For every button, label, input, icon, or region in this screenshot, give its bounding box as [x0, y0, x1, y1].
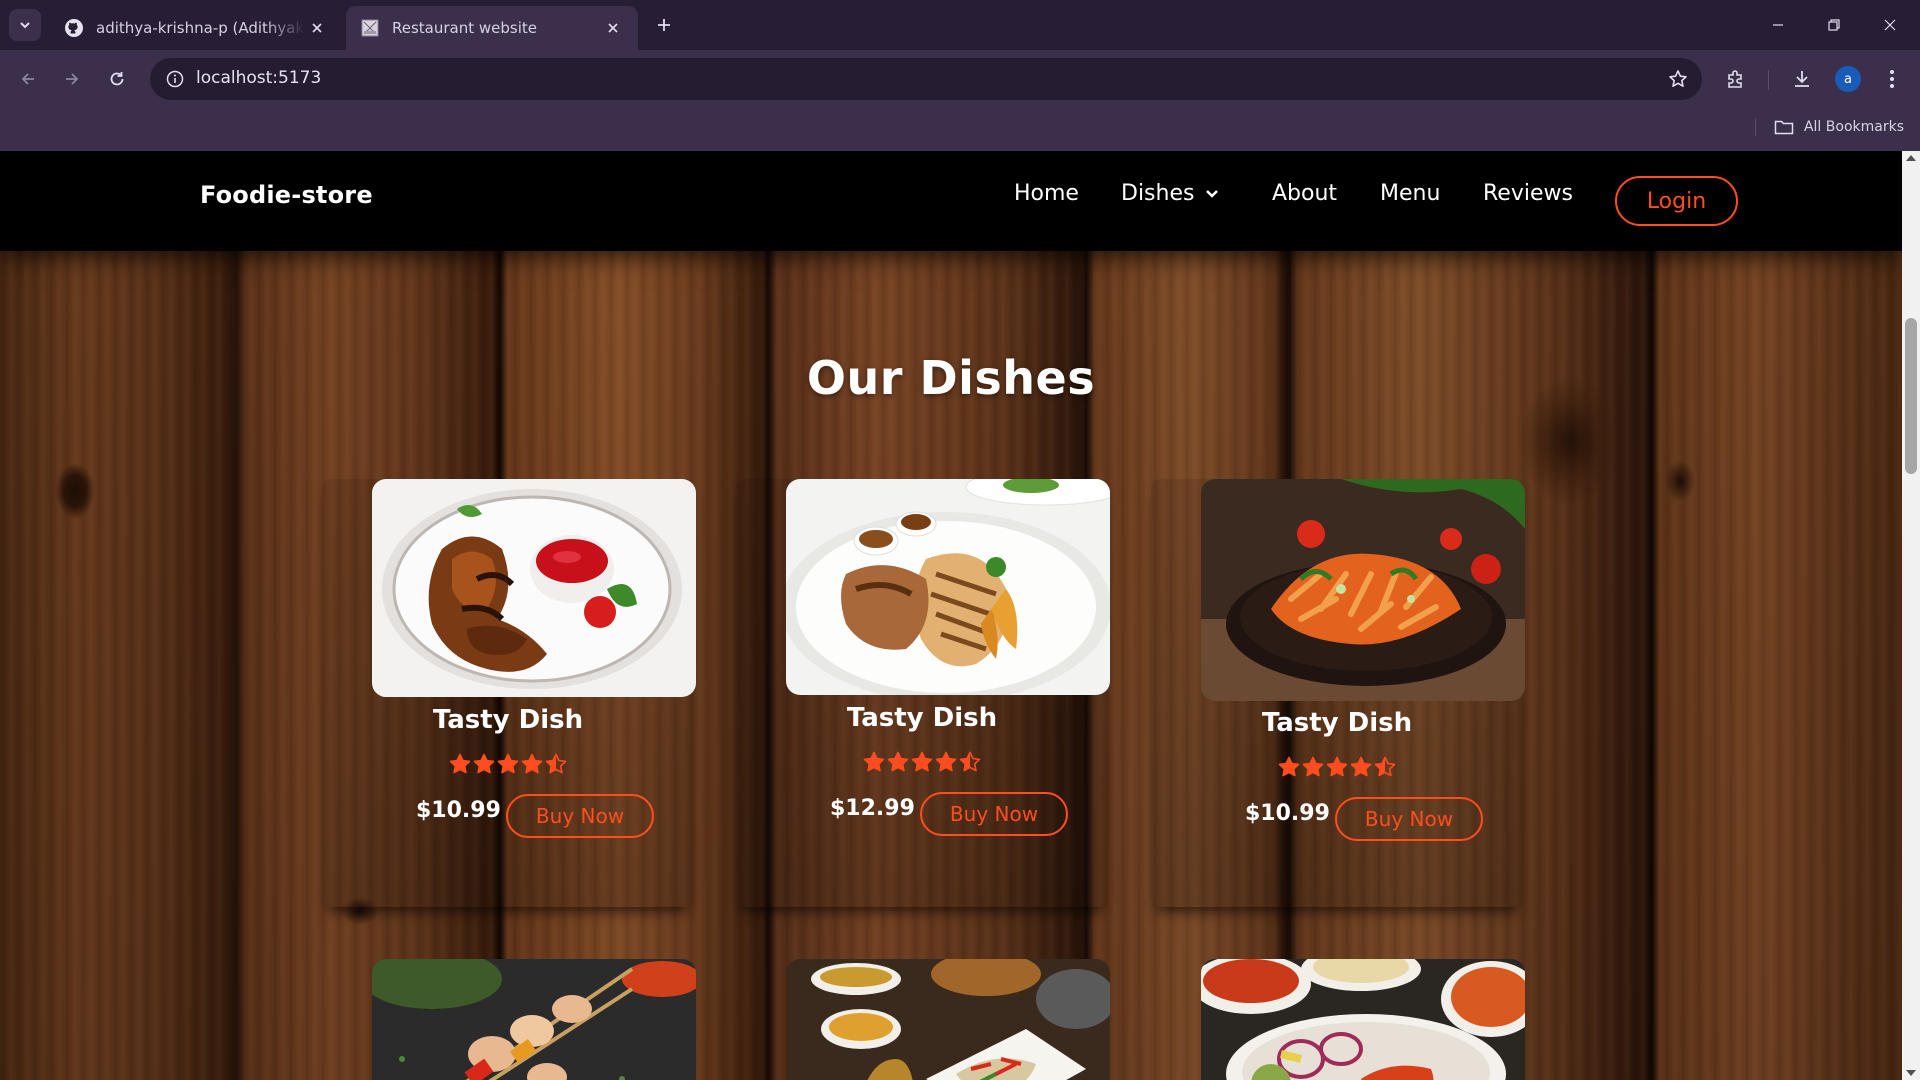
tab-search-button[interactable]: [9, 9, 41, 41]
forward-button[interactable]: [56, 63, 88, 95]
dish-name: Tasty Dish: [846, 703, 998, 733]
section-title: Our Dishes: [806, 351, 1096, 405]
browser-toolbar: localhost:5173 a All Bookmarks: [0, 50, 1920, 158]
star-icon: [1374, 756, 1396, 777]
star-icon: [887, 751, 909, 772]
star-icon: [1326, 756, 1348, 777]
dish-image: [1201, 959, 1525, 1080]
scroll-up-arrow-icon[interactable]: [1906, 155, 1916, 161]
star-icon: [473, 753, 495, 774]
login-button[interactable]: Login: [1615, 176, 1738, 226]
nav-about[interactable]: About: [1272, 181, 1337, 206]
star-icon: [959, 751, 981, 772]
dish-image: [1201, 479, 1525, 701]
buy-now-button[interactable]: Buy Now: [506, 794, 654, 838]
puzzle-icon: [1728, 70, 1742, 88]
rating-stars: [322, 753, 694, 775]
extensions-button[interactable]: [1720, 63, 1752, 95]
star-icon: [1302, 756, 1324, 777]
bookmark-star-icon[interactable]: [1666, 67, 1690, 91]
dish-card: Tasty Dish $12.99 Buy Now: [736, 479, 1110, 907]
page-viewport: Foodie-store Home Dishes About Menu Revi…: [0, 151, 1902, 1080]
all-bookmarks-link[interactable]: All Bookmarks: [1804, 119, 1904, 135]
tab-title: Restaurant website: [392, 19, 537, 37]
restore-button[interactable]: [1806, 0, 1862, 50]
browser-menu-button[interactable]: [1876, 63, 1908, 95]
page-scrollbar[interactable]: [1902, 151, 1920, 1080]
dish-image: [372, 479, 696, 697]
plus-icon: [658, 19, 670, 31]
reload-icon: [110, 72, 124, 86]
minimize-icon: [1773, 24, 1783, 26]
kebab-menu-icon: [1890, 70, 1894, 88]
new-tab-button[interactable]: [652, 13, 676, 37]
bookmarks-divider: [1754, 118, 1756, 136]
dish-card: Tasty Dish $10.99 Buy Now: [322, 479, 696, 907]
nav-reviews[interactable]: Reviews: [1483, 181, 1573, 206]
download-icon: [1795, 71, 1809, 87]
reload-button[interactable]: [101, 63, 133, 95]
tab-restaurant-website[interactable]: Restaurant website: [346, 6, 638, 50]
arrow-left-icon: [21, 73, 34, 85]
star-icon: [1278, 756, 1300, 777]
close-icon[interactable]: [602, 17, 624, 39]
dish-image: [786, 479, 1110, 695]
rating-stars: [1151, 756, 1523, 778]
folder-icon: [1774, 117, 1796, 137]
toolbar-divider: [1768, 70, 1769, 90]
dish-name: Tasty Dish: [1261, 708, 1413, 738]
dish-card: Tasty Dish $10.99 Buy Now: [1151, 479, 1525, 907]
dish-price: $10.99: [1245, 801, 1330, 826]
buy-now-button[interactable]: Buy Now: [920, 792, 1068, 836]
minimize-button[interactable]: [1750, 0, 1806, 50]
star-icon: [521, 753, 543, 774]
site-navbar: Foodie-store Home Dishes About Menu Revi…: [0, 151, 1902, 251]
tab-title: adithya-krishna-p (Adithyakrishna): [96, 19, 306, 37]
dish-price: $10.99: [416, 798, 501, 823]
rating-stars: [736, 751, 1108, 773]
chevron-down-icon: [1206, 190, 1219, 198]
scrollbar-thumb[interactable]: [1905, 318, 1917, 474]
profile-avatar[interactable]: a: [1835, 66, 1861, 92]
buy-now-button[interactable]: Buy Now: [1335, 797, 1483, 841]
star-icon: [935, 751, 957, 772]
star-icon: [545, 753, 567, 774]
close-window-button[interactable]: [1862, 0, 1918, 50]
github-icon: [64, 18, 84, 38]
dish-name: Tasty Dish: [432, 705, 584, 735]
brand-logo[interactable]: Foodie-store: [200, 181, 373, 209]
page-icon: [360, 18, 380, 38]
close-icon[interactable]: [306, 17, 328, 39]
restore-icon: [1828, 19, 1840, 31]
chevron-down-icon: [20, 22, 30, 29]
site-info-icon[interactable]: [160, 64, 190, 94]
dish-image: [786, 959, 1110, 1080]
star-icon: [911, 751, 933, 772]
arrow-right-icon: [66, 73, 79, 85]
address-bar[interactable]: localhost:5173: [150, 58, 1702, 100]
tab-github[interactable]: adithya-krishna-p (Adithyakrishna): [50, 6, 342, 50]
bookmarks-bar: All Bookmarks: [1754, 114, 1904, 140]
url-text[interactable]: localhost:5173: [196, 68, 321, 88]
back-button[interactable]: [12, 63, 44, 95]
star-icon: [449, 753, 471, 774]
nav-home[interactable]: Home: [1014, 181, 1079, 206]
star-icon: [863, 751, 885, 772]
star-icon: [497, 753, 519, 774]
close-icon: [1884, 19, 1896, 31]
nav-dishes[interactable]: Dishes: [1121, 181, 1220, 206]
dish-image: [372, 959, 696, 1080]
downloads-button[interactable]: [1786, 63, 1818, 95]
nav-dishes-label: Dishes: [1121, 181, 1195, 206]
dish-price: $12.99: [830, 796, 915, 821]
browser-tab-bar: adithya-krishna-p (Adithyakrishna) Resta…: [0, 0, 1920, 50]
nav-menu[interactable]: Menu: [1380, 181, 1440, 206]
star-icon: [1350, 756, 1372, 777]
scroll-down-arrow-icon[interactable]: [1906, 1070, 1916, 1076]
